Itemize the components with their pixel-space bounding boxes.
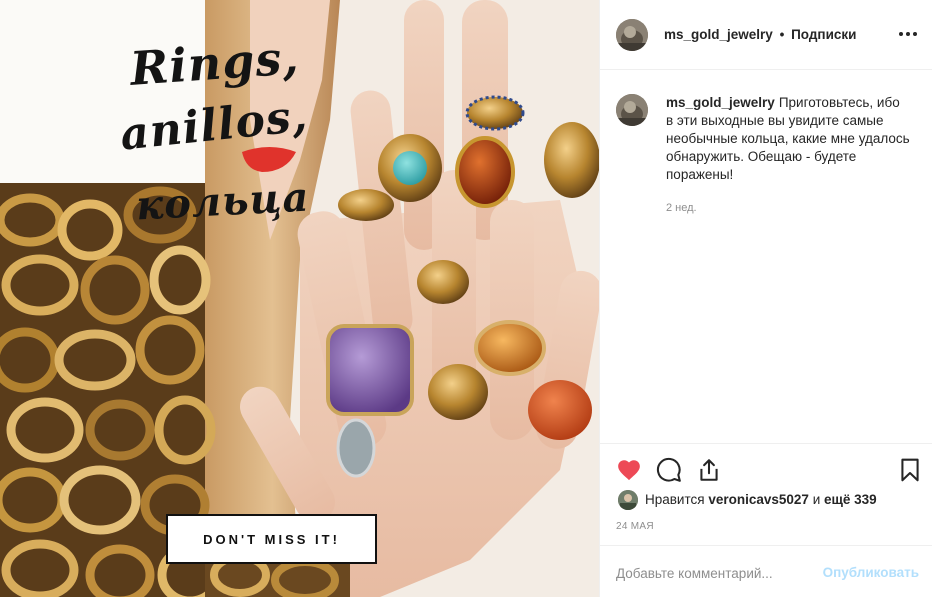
- more-dots: [899, 32, 917, 36]
- post-actions: [600, 443, 932, 493]
- comment-icon[interactable]: [656, 457, 682, 483]
- heart-shape: [618, 460, 640, 481]
- share-shape: [700, 459, 718, 481]
- likes-text: Нравится veronicavs5027 и ещё 339: [645, 492, 877, 507]
- header-separator: •: [779, 27, 785, 42]
- header-user-line: ms_gold_jewelry • Подписки: [664, 27, 856, 42]
- likes-middle: и: [812, 492, 821, 507]
- follow-status-button[interactable]: Подписки: [791, 27, 856, 42]
- image-title-line-3: кольца: [134, 173, 311, 230]
- share-icon[interactable]: [696, 457, 722, 483]
- caption-username[interactable]: ms_gold_jewelry: [666, 95, 775, 110]
- post-sidebar: ms_gold_jewelry • Подписки ms_gold_jewel…: [599, 0, 932, 597]
- header-username[interactable]: ms_gold_jewelry: [664, 27, 773, 42]
- comment-form: Опубликовать: [600, 545, 932, 597]
- image-cta-label: DON'T MISS IT!: [166, 514, 377, 564]
- liker-avatar[interactable]: [618, 490, 638, 510]
- bookmark-icon[interactable]: [897, 457, 923, 483]
- comment-input[interactable]: [616, 562, 816, 584]
- post-image-artwork: [0, 0, 599, 597]
- caption-timestamp[interactable]: 2 нед.: [666, 202, 697, 214]
- heart-icon[interactable]: [616, 457, 642, 483]
- likes-others-link[interactable]: ещё 339: [824, 492, 877, 507]
- avatar[interactable]: [616, 19, 648, 51]
- avatar-image: [616, 19, 648, 51]
- comment-shape: [656, 457, 681, 482]
- avatar-image: [616, 94, 648, 126]
- post-date[interactable]: 24 мая: [616, 521, 654, 532]
- liker-username[interactable]: veronicavs5027: [708, 492, 809, 507]
- post-header: ms_gold_jewelry • Подписки: [600, 0, 932, 70]
- likes-summary: Нравится veronicavs5027 и ещё 339: [600, 489, 932, 511]
- more-horizontal-icon[interactable]: [897, 24, 919, 44]
- bookmark-shape: [901, 458, 919, 482]
- publish-button[interactable]: Опубликовать: [823, 565, 919, 580]
- caption-text-block: ms_gold_jewelry Приготовьтесь, ибо в эти …: [666, 94, 910, 184]
- post-image[interactable]: Rings, anillos, кольца DON'T MISS IT!: [0, 0, 599, 597]
- liker-avatar-image: [618, 490, 638, 510]
- avatar[interactable]: [616, 94, 648, 126]
- likes-prefix: Нравится: [645, 492, 705, 507]
